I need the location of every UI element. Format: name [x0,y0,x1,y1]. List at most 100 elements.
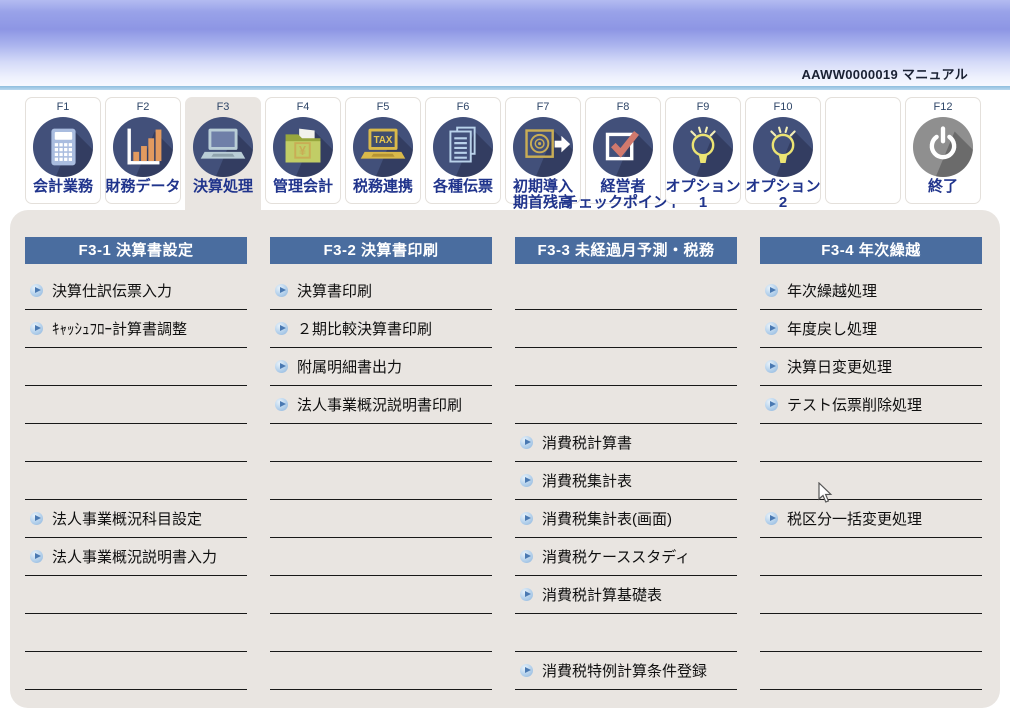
fkey-label: F2 [137,101,150,114]
play-arrow-icon [520,474,533,487]
play-arrow-icon [275,322,288,335]
menu-row-empty [25,348,247,386]
menu-item-label: 法人事業概況説明書入力 [52,546,217,567]
menu-item[interactable]: 附属明細書出力 [270,348,492,386]
tab-label: 終了 [928,179,958,195]
play-arrow-icon [520,550,533,563]
play-arrow-icon [30,512,43,525]
menu-rows-f3-4: 年次繰越処理年度戻し処理決算日変更処理テスト伝票削除処理税区分一括変更処理 [760,272,982,690]
menu-row-empty [270,500,492,538]
tab-label: 各種伝票 [433,179,493,195]
play-arrow-icon [275,398,288,411]
tab-f8[interactable]: F8経営者チェックポイント [585,97,661,204]
menu-item[interactable]: 消費税特例計算条件登録 [515,652,737,690]
tab-f6[interactable]: F6各種伝票 [425,97,501,204]
menu-row-empty [270,462,492,500]
lightbulb-icon [672,116,734,178]
menu-item-label: ２期比較決算書印刷 [297,318,432,339]
fkey-label: F12 [934,101,953,114]
menu-row-empty [760,424,982,462]
menu-item-label: 年次繰越処理 [787,280,877,301]
tab-label: 決算処理 [193,179,253,195]
menu-item[interactable]: 消費税計算書 [515,424,737,462]
fkey-label: F8 [617,101,630,114]
tab-f3[interactable]: F3 決算処理 [185,97,261,217]
menu-item-label: 消費税集計表(画面) [542,508,672,529]
menu-row-empty [515,272,737,310]
menu-rows-f3-2: 決算書印刷 ２期比較決算書印刷附属明細書出力法人事業概況説明書印刷 [270,272,492,690]
menu-row-empty [515,348,737,386]
play-arrow-icon [520,512,533,525]
menu-row-empty [270,652,492,690]
menu-item[interactable]: 消費税計算基礎表 [515,576,737,614]
menu-row-empty [270,576,492,614]
menu-item[interactable]: 法人事業概況説明書入力 [25,538,247,576]
folder-yen-icon: ¥ [272,116,334,178]
menu-row-empty [25,652,247,690]
tab-f1[interactable]: F1会計業務 [25,97,101,204]
menu-row-empty [515,386,737,424]
tab-f4[interactable]: F4 ¥管理会計 [265,97,341,204]
tax-laptop-icon: TAX [352,116,414,178]
tab-f10[interactable]: F10オプション2 [745,97,821,204]
play-arrow-icon [765,360,778,373]
menu-item[interactable]: 決算仕訳伝票入力 [25,272,247,310]
play-arrow-icon [520,436,533,449]
menu-item[interactable]: 年度戻し処理 [760,310,982,348]
menu-item-label: 消費税ケーススタディ [542,546,690,567]
menu-item[interactable]: 決算日変更処理 [760,348,982,386]
menu-column-f3-4: F3-4 年次繰越年次繰越処理年度戻し処理決算日変更処理テスト伝票削除処理税区分… [760,210,982,690]
play-arrow-icon [765,322,778,335]
fkey-label: F5 [377,101,390,114]
menu-item-label: 消費税集計表 [542,470,632,491]
tab-f5[interactable]: F5TAX税務連携 [345,97,421,204]
menu-row-empty [760,576,982,614]
menu-row-empty [25,614,247,652]
menu-item[interactable]: ｷｬｯｼｭﾌﾛｰ計算書調整 [25,310,247,348]
menu-rows-f3-3: 消費税計算書消費税集計表消費税集計表(画面) 消費税ケーススタディ消費税計算基礎表… [515,272,737,690]
play-arrow-icon [765,284,778,297]
menu-column-f3-1: F3-1 決算書設定決算仕訳伝票入力ｷｬｯｼｭﾌﾛｰ計算書調整法人事業概況科目設… [25,210,247,690]
menu-row-empty [25,462,247,500]
menu-item[interactable]: ２期比較決算書印刷 [270,310,492,348]
menu-item[interactable]: 消費税集計表 [515,462,737,500]
laptop-icon [192,116,254,178]
tab-label: 管理会計 [273,179,333,195]
play-arrow-icon [765,512,778,525]
fkey-label: F4 [297,101,310,114]
tab-f12[interactable]: F12 終了 [905,97,981,204]
menu-item[interactable]: 消費税集計表(画面) [515,500,737,538]
menu-item-label: 税区分一括変更処理 [787,508,922,529]
menu-item[interactable]: 法人事業概況説明書印刷 [270,386,492,424]
menu-item[interactable]: 年次繰越処理 [760,272,982,310]
menu-item-label: 年度戻し処理 [787,318,877,339]
section-header-f3-3: F3-3 未経過月予測・税務 [515,237,737,264]
play-arrow-icon [30,550,43,563]
fkey-label: F7 [537,101,550,114]
menu-item[interactable]: テスト伝票削除処理 [760,386,982,424]
menu-item[interactable]: 消費税ケーススタディ [515,538,737,576]
menu-item[interactable]: 法人事業概況科目設定 [25,500,247,538]
lightbulb-icon [752,116,814,178]
section-header-f3-1: F3-1 決算書設定 [25,237,247,264]
fkey-label: F9 [697,101,710,114]
tab-f2[interactable]: F2財務データ [105,97,181,204]
banner-reference-text: AAWW0000019 マニュアル [801,64,968,83]
top-banner: AAWW0000019 マニュアル [0,0,1010,86]
menu-row-empty [270,424,492,462]
menu-item-label: 決算日変更処理 [787,356,892,377]
mouse-cursor [816,482,836,504]
menu-item-label: 附属明細書出力 [297,356,402,377]
menu-row-empty [25,386,247,424]
fkey-label: F3 [217,101,230,114]
menu-item[interactable]: 税区分一括変更処理 [760,500,982,538]
menu-item-label: 消費税計算基礎表 [542,584,662,605]
menu-item[interactable]: 決算書印刷 [270,272,492,310]
play-arrow-icon [765,398,778,411]
bar-chart-icon [112,116,174,178]
tab-label: オプション1 [666,179,741,211]
tab-empty-slot [825,97,901,204]
menu-row-empty [270,614,492,652]
tab-f9[interactable]: F9オプション1 [665,97,741,204]
menu-item-label: 消費税特例計算条件登録 [542,660,707,681]
